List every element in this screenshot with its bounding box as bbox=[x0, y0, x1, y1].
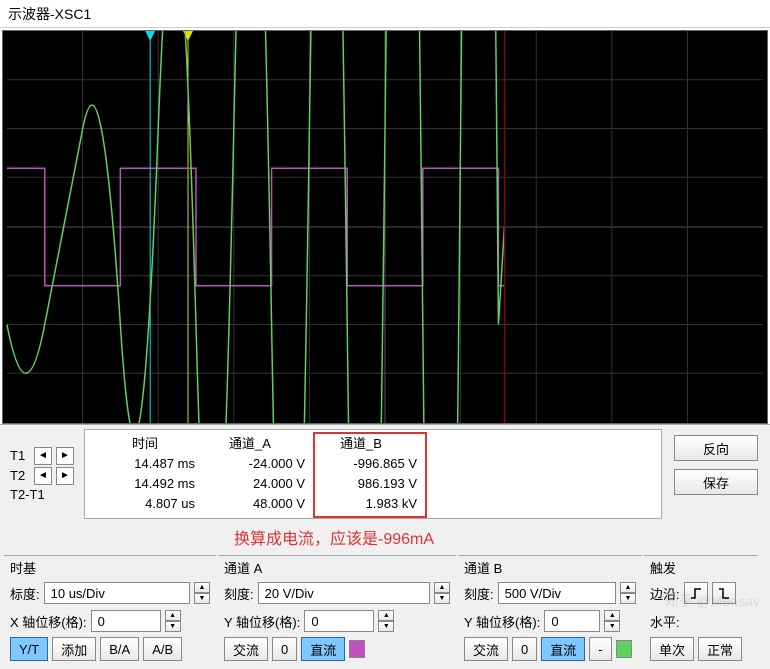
t2t1-label: T2-T1 bbox=[10, 487, 50, 502]
chb-color-indicator[interactable] bbox=[616, 640, 632, 658]
cha-ac-btn[interactable]: 交流 bbox=[224, 637, 268, 661]
trigger-group: 触发 边沿: 水平: 单次 正常 bbox=[644, 555, 758, 665]
timebase-title: 时基 bbox=[10, 558, 210, 577]
readout-header: 时间 通道_A 通道_B bbox=[95, 434, 651, 454]
cha-ypos-input[interactable] bbox=[304, 610, 374, 632]
lower-panel: T1 ◄ ► T2 ◄ ► T2-T1 时间 通道_A 通道_B 14.487 … bbox=[0, 424, 770, 669]
cha-ypos-down[interactable]: ▼ bbox=[378, 621, 394, 632]
readout-row-diff: 4.807 us 48.000 V 1.983 kV bbox=[95, 494, 651, 514]
chb-ac-btn[interactable]: 交流 bbox=[464, 637, 508, 661]
t1-left-btn[interactable]: ◄ bbox=[34, 447, 52, 465]
single-btn[interactable]: 单次 bbox=[650, 637, 694, 661]
mode-ba-btn[interactable]: B/A bbox=[100, 637, 139, 661]
head-chb: 通道_B bbox=[305, 434, 425, 454]
cha-ypos-label: Y 轴位移(格): bbox=[224, 612, 300, 631]
chb-ypos-down[interactable]: ▼ bbox=[604, 621, 620, 632]
user-annotation: 换算成电流，应该是-996mA bbox=[234, 525, 766, 549]
chb-scale-down[interactable]: ▼ bbox=[620, 593, 636, 604]
cha-scale-up[interactable]: ▲ bbox=[434, 582, 450, 593]
reverse-button[interactable]: 反向 bbox=[674, 435, 758, 461]
side-buttons: 反向 保存 bbox=[666, 429, 766, 519]
t2-label: T2 bbox=[10, 468, 30, 483]
timebase-group: 时基 标度: 10 us/Div ▲ ▼ X 轴位移(格): ▲ ▼ Y/T 添 bbox=[4, 555, 216, 665]
level-label: 水平: bbox=[650, 612, 680, 631]
cursor-selectors: T1 ◄ ► T2 ◄ ► T2-T1 bbox=[4, 429, 80, 519]
mode-yt-btn[interactable]: Y/T bbox=[10, 637, 48, 661]
chb-scale-up[interactable]: ▲ bbox=[620, 582, 636, 593]
scope-display bbox=[2, 30, 768, 424]
chb-scale[interactable]: 500 V/Div bbox=[498, 582, 616, 604]
t2-left-btn[interactable]: ◄ bbox=[34, 467, 52, 485]
cha-title: 通道 A bbox=[224, 558, 450, 577]
readout-row-t1: 14.487 ms -24.000 V -996.865 V bbox=[95, 454, 651, 474]
trigger-title: 触发 bbox=[650, 558, 752, 577]
chb-zero-btn[interactable]: 0 bbox=[512, 637, 537, 661]
cha-dc-btn[interactable]: 直流 bbox=[301, 637, 345, 661]
head-time: 时间 bbox=[95, 434, 195, 454]
timebase-scale-down[interactable]: ▼ bbox=[194, 593, 210, 604]
normal-btn[interactable]: 正常 bbox=[698, 637, 742, 661]
xpos-down[interactable]: ▼ bbox=[165, 621, 181, 632]
t2-right-btn[interactable]: ► bbox=[56, 467, 74, 485]
chb-ypos-up[interactable]: ▲ bbox=[604, 610, 620, 621]
xpos-label: X 轴位移(格): bbox=[10, 612, 87, 631]
chb-ypos-label: Y 轴位移(格): bbox=[464, 612, 540, 631]
rising-edge-icon bbox=[690, 587, 702, 599]
title-bar: 示波器-XSC1 bbox=[0, 0, 770, 28]
chb-minus-btn[interactable]: - bbox=[589, 637, 611, 661]
cursor-t1-row: T1 ◄ ► bbox=[10, 447, 74, 465]
readout-table: 时间 通道_A 通道_B 14.487 ms -24.000 V -996.86… bbox=[84, 429, 662, 519]
cha-scale-label: 刻度: bbox=[224, 584, 254, 603]
chb-title: 通道 B bbox=[464, 558, 636, 577]
mode-add-btn[interactable]: 添加 bbox=[52, 637, 96, 661]
t1-right-btn[interactable]: ► bbox=[56, 447, 74, 465]
falling-edge-btn[interactable] bbox=[712, 582, 736, 604]
t1-label: T1 bbox=[10, 448, 30, 463]
scale-label: 标度: bbox=[10, 584, 40, 603]
controls-row: 时基 标度: 10 us/Div ▲ ▼ X 轴位移(格): ▲ ▼ Y/T 添 bbox=[4, 555, 766, 665]
rising-edge-btn[interactable] bbox=[684, 582, 708, 604]
xpos-up[interactable]: ▲ bbox=[165, 610, 181, 621]
head-cha: 通道_A bbox=[195, 434, 305, 454]
timebase-scale-up[interactable]: ▲ bbox=[194, 582, 210, 593]
save-button[interactable]: 保存 bbox=[674, 469, 758, 495]
edge-label: 边沿: bbox=[650, 584, 680, 603]
cha-ypos-up[interactable]: ▲ bbox=[378, 610, 394, 621]
cursor-panel: T1 ◄ ► T2 ◄ ► T2-T1 时间 通道_A 通道_B 14.487 … bbox=[4, 429, 766, 519]
readout-row-t2: 14.492 ms 24.000 V 986.193 V bbox=[95, 474, 651, 494]
chb-scale-label: 刻度: bbox=[464, 584, 494, 603]
channel-a-group: 通道 A 刻度: 20 V/Div ▲ ▼ Y 轴位移(格): ▲ ▼ 交流 bbox=[218, 555, 456, 665]
cha-color-indicator[interactable] bbox=[349, 640, 365, 658]
cha-scale[interactable]: 20 V/Div bbox=[258, 582, 430, 604]
cha-scale-down[interactable]: ▼ bbox=[434, 593, 450, 604]
window-title: 示波器-XSC1 bbox=[8, 4, 91, 24]
timebase-scale[interactable]: 10 us/Div bbox=[44, 582, 190, 604]
channel-b-group: 通道 B 刻度: 500 V/Div ▲ ▼ Y 轴位移(格): ▲ ▼ 交流 bbox=[458, 555, 642, 665]
xpos-input[interactable] bbox=[91, 610, 161, 632]
cursor-t2-row: T2 ◄ ► bbox=[10, 467, 74, 485]
cursor-diff-row: T2-T1 bbox=[10, 487, 74, 502]
chb-ypos-input[interactable] bbox=[544, 610, 600, 632]
waveform-svg bbox=[3, 31, 767, 423]
cha-zero-btn[interactable]: 0 bbox=[272, 637, 297, 661]
mode-ab-btn[interactable]: A/B bbox=[143, 637, 182, 661]
chb-dc-btn[interactable]: 直流 bbox=[541, 637, 585, 661]
falling-edge-icon bbox=[718, 587, 730, 599]
